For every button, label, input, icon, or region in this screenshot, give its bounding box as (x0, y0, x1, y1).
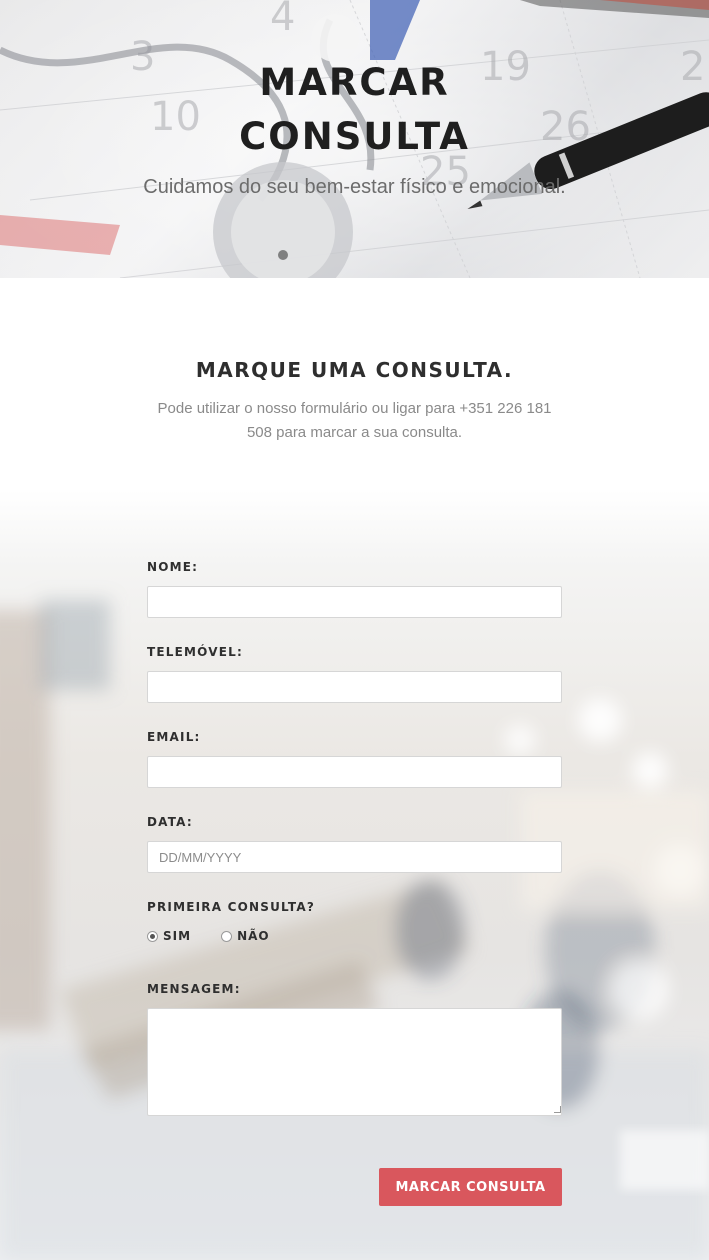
date-input[interactable] (147, 841, 562, 873)
page-title: MARCAR CONSULTA (0, 56, 709, 164)
date-label: DATA: (147, 815, 193, 829)
email-label: EMAIL: (147, 730, 201, 744)
radio-label-no[interactable]: NÃO (237, 929, 270, 943)
section-description: Pode utilizar o nosso formulário ou liga… (157, 400, 552, 441)
first-visit-radio-group: SIM NÃO (147, 929, 300, 943)
first-visit-option-no[interactable]: NÃO (221, 929, 270, 943)
radio-checked-icon[interactable] (147, 930, 158, 942)
message-textarea[interactable] (147, 1008, 562, 1116)
section-heading: MARQUE UMA CONSULTA. (195, 358, 514, 382)
resize-grip-icon[interactable] (554, 1106, 561, 1113)
appointment-form: NOME: TELEMÓVEL: EMAIL: DATA: PRIMEIRA C… (0, 490, 709, 1260)
page-subtitle: Cuidamos do seu bem-estar físico e emoci… (143, 176, 566, 198)
email-input[interactable] (147, 756, 562, 788)
phone-input[interactable] (147, 671, 562, 703)
name-input[interactable] (147, 586, 562, 618)
first-visit-option-yes[interactable]: SIM (147, 929, 191, 943)
message-label: MENSAGEM: (147, 982, 241, 996)
hero-banner: 3 10 19 26 25 2 4 MARCAR CONSULTA Cuidam… (0, 0, 709, 278)
radio-unchecked-icon[interactable] (221, 930, 233, 942)
submit-appointment-button[interactable]: MARCAR CONSULTA (379, 1168, 562, 1206)
svg-text:4: 4 (270, 0, 295, 40)
phone-label: TELEMÓVEL: (147, 645, 243, 659)
name-label: NOME: (147, 560, 199, 574)
page-title-line-1: MARCAR (259, 61, 450, 104)
radio-label-yes[interactable]: SIM (163, 929, 191, 943)
page-title-line-2: CONSULTA (239, 115, 470, 158)
first-visit-label: PRIMEIRA CONSULTA? (147, 900, 316, 914)
